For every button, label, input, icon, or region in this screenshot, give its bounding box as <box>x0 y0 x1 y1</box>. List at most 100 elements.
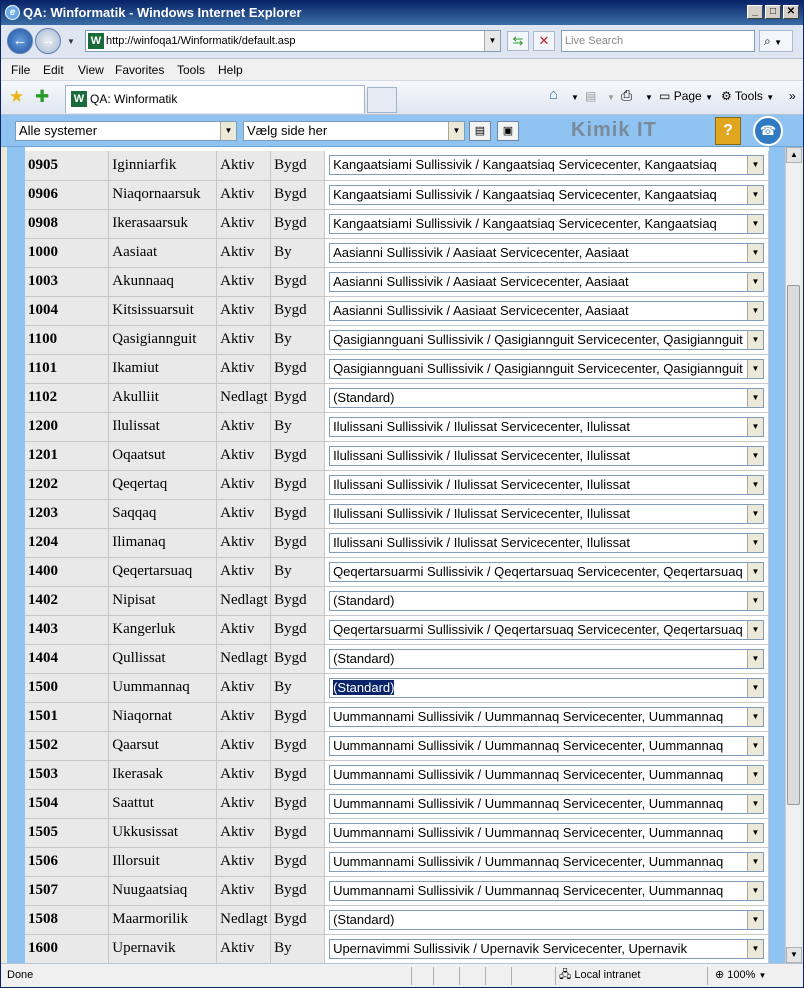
service-center-select[interactable]: Uummannami Sullissivik / Uummannaq Servi… <box>329 880 764 901</box>
table-row: 1102 Akulliit Nedlagt Bygd (Standard) ▼ <box>25 383 769 413</box>
print-icon[interactable]: ⎙ <box>621 87 632 104</box>
service-center-select[interactable]: (Standard) ▼ <box>329 590 764 611</box>
service-center-select[interactable]: Qeqertarsuarmi Sullissivik / Qeqertarsua… <box>329 561 764 582</box>
feeds-icon[interactable]: ▤ <box>585 89 596 103</box>
scroll-thumb[interactable] <box>787 285 800 805</box>
close-button[interactable]: ✕ <box>783 5 799 19</box>
tools-menu-label: Tools <box>734 89 763 103</box>
service-center-select[interactable]: Uummannami Sullissivik / Uummannaq Servi… <box>329 706 764 727</box>
home-dropdown-icon[interactable]: ▼ <box>571 93 579 102</box>
service-center-select[interactable]: Ilulissani Sullissivik / Ilulissat Servi… <box>329 474 764 495</box>
add-favorite-icon[interactable]: ✚ <box>35 87 49 107</box>
phone-icon[interactable]: ☎ <box>753 116 783 146</box>
address-bar[interactable]: W http://winfoqa1/Winformatik/default.as… <box>85 30 501 52</box>
settlement-name: Iginniarfik <box>108 151 218 181</box>
service-center-select[interactable]: Uummannami Sullissivik / Uummannaq Servi… <box>329 793 764 814</box>
settlement-type: Bygd <box>270 818 326 848</box>
refresh-icon[interactable]: ⇆ <box>507 31 529 51</box>
settlement-status: Aktiv <box>216 876 272 906</box>
chevron-down-icon: ▼ <box>747 910 763 929</box>
back-button[interactable]: ← <box>7 28 33 54</box>
table-row: 1402 Nipisat Nedlagt Bygd (Standard) ▼ <box>25 586 769 616</box>
service-center-cell: Uummannami Sullissivik / Uummannaq Servi… <box>324 876 769 906</box>
service-center-select[interactable]: Ilulissani Sullissivik / Ilulissat Servi… <box>329 503 764 524</box>
stop-icon[interactable]: ✕ <box>533 31 555 51</box>
service-center-cell: Uummannami Sullissivik / Uummannaq Servi… <box>324 702 769 732</box>
service-center-select[interactable]: Uummannami Sullissivik / Uummannaq Servi… <box>329 822 764 843</box>
service-center-select[interactable]: Uummannami Sullissivik / Uummannaq Servi… <box>329 851 764 872</box>
settlement-status: Aktiv <box>216 441 272 471</box>
search-input[interactable]: Live Search <box>561 30 755 52</box>
service-center-select[interactable]: (Standard) ▼ <box>329 648 764 669</box>
zoom-control[interactable]: ⊕ 100% ▼ <box>715 964 766 987</box>
browser-tab[interactable]: W QA: Winformatik <box>65 85 365 113</box>
forward-button[interactable]: → <box>35 28 61 54</box>
service-center-select[interactable]: Uummannami Sullissivik / Uummannaq Servi… <box>329 735 764 756</box>
service-center-select[interactable]: (Standard) ▼ <box>329 387 764 408</box>
service-center-select[interactable]: Kangaatsiami Sullissivik / Kangaatsiaq S… <box>329 155 764 176</box>
service-center-select[interactable]: Kangaatsiami Sullissivik / Kangaatsiaq S… <box>329 184 764 205</box>
service-center-select[interactable]: Qasigiannguani Sullissivik / Qasigianngu… <box>329 329 764 350</box>
list-view-icon[interactable]: ▤ <box>469 121 491 141</box>
service-center-select[interactable]: Qasigiannguani Sullissivik / Qasigianngu… <box>329 358 764 379</box>
settlement-type: Bygd <box>270 702 326 732</box>
system-select[interactable]: Alle systemer ▼ <box>15 121 237 141</box>
service-center-select[interactable]: (Standard) ▼ <box>329 677 764 698</box>
menu-view[interactable]: View <box>78 63 104 77</box>
maximize-button[interactable]: □ <box>765 5 781 19</box>
service-center-select[interactable]: Kangaatsiami Sullissivik / Kangaatsiaq S… <box>329 213 764 234</box>
help-button[interactable]: ? <box>715 117 741 145</box>
menu-help[interactable]: Help <box>218 63 243 77</box>
settlement-code: 1500 <box>25 673 110 703</box>
tools-menu[interactable]: ⚙ Tools ▼ <box>721 89 774 103</box>
feeds-dropdown-icon[interactable]: ▼ <box>607 93 615 102</box>
favorites-star-icon[interactable]: ★ <box>9 87 24 107</box>
service-center-select[interactable]: Ilulissani Sullissivik / Ilulissat Servi… <box>329 445 764 466</box>
new-tab-button[interactable] <box>367 87 397 113</box>
settlement-name: Ilimanaq <box>108 528 218 558</box>
recent-pages-dropdown[interactable]: ▼ <box>67 37 75 46</box>
chevron-down-icon: ▼ <box>747 504 763 523</box>
settlement-code: 1201 <box>25 441 110 471</box>
service-center-select[interactable]: (Standard) ▼ <box>329 909 764 930</box>
menu-edit[interactable]: Edit <box>43 63 64 77</box>
table-row: 1201 Oqaatsut Aktiv Bygd Ilulissani Sullissi… <box>25 441 769 471</box>
service-center-select[interactable]: Qeqertarsuarmi Sullissivik / Qeqertarsua… <box>329 619 764 640</box>
service-center-select[interactable]: Aasianni Sullissivik / Aasiaat Servicece… <box>329 300 764 321</box>
table-row: 1503 Ikerasak Aktiv Bygd Uummannami Sullissi… <box>25 760 769 790</box>
service-center-select[interactable]: Ilulissani Sullissivik / Ilulissat Servi… <box>329 416 764 437</box>
menu-tools[interactable]: Tools <box>177 63 205 77</box>
page-select[interactable]: Vælg side her ▼ <box>243 121 465 141</box>
settlement-name: Ikamiut <box>108 354 218 384</box>
home-icon[interactable]: ⌂ <box>549 86 558 103</box>
page-menu[interactable]: ▭ Page ▼ <box>659 89 713 103</box>
minimize-button[interactable]: _ <box>747 5 763 19</box>
service-center-cell: Ilulissani Sullissivik / Ilulissat Servi… <box>324 528 769 558</box>
table-row: 1101 Ikamiut Aktiv Bygd Qasigiannguani Sulli… <box>25 354 769 384</box>
service-center-select[interactable]: Uummannami Sullissivik / Uummannaq Servi… <box>329 764 764 785</box>
menu-favorites[interactable]: Favorites <box>115 63 164 77</box>
service-center-value: Qeqertarsuarmi Sullissivik / Qeqertarsua… <box>333 621 743 637</box>
folder-view-icon[interactable]: ▣ <box>497 121 519 141</box>
settlement-code: 1204 <box>25 528 110 558</box>
service-center-select[interactable]: Ilulissani Sullissivik / Ilulissat Servi… <box>329 532 764 553</box>
settlement-type: Bygd <box>270 499 326 529</box>
window-title: QA: Winformatik - Windows Internet Explo… <box>23 5 302 20</box>
scroll-up-icon[interactable]: ▲ <box>786 147 802 163</box>
settlement-type: Bygd <box>270 209 326 239</box>
service-center-select[interactable]: Aasianni Sullissivik / Aasiaat Servicece… <box>329 242 764 263</box>
search-button[interactable]: ⌕ ▼ <box>759 30 793 52</box>
scroll-down-icon[interactable]: ▼ <box>786 947 802 963</box>
address-dropdown-icon[interactable]: ▼ <box>484 31 500 51</box>
overflow-chevron-icon[interactable]: » <box>789 89 796 103</box>
settlement-status: Aktiv <box>216 412 272 442</box>
settlement-code: 1402 <box>25 586 110 616</box>
settlement-status: Nedlagt <box>216 644 272 674</box>
vertical-scrollbar[interactable]: ▲ ▼ <box>785 147 802 963</box>
settlement-code: 1503 <box>25 760 110 790</box>
menu-file[interactable]: File <box>11 63 30 77</box>
settlement-code: 1000 <box>25 238 110 268</box>
service-center-select[interactable]: Aasianni Sullissivik / Aasiaat Servicece… <box>329 271 764 292</box>
service-center-select[interactable]: Upernavimmi Sullissivik / Upernavik Serv… <box>329 938 764 959</box>
print-dropdown-icon[interactable]: ▼ <box>645 93 653 102</box>
